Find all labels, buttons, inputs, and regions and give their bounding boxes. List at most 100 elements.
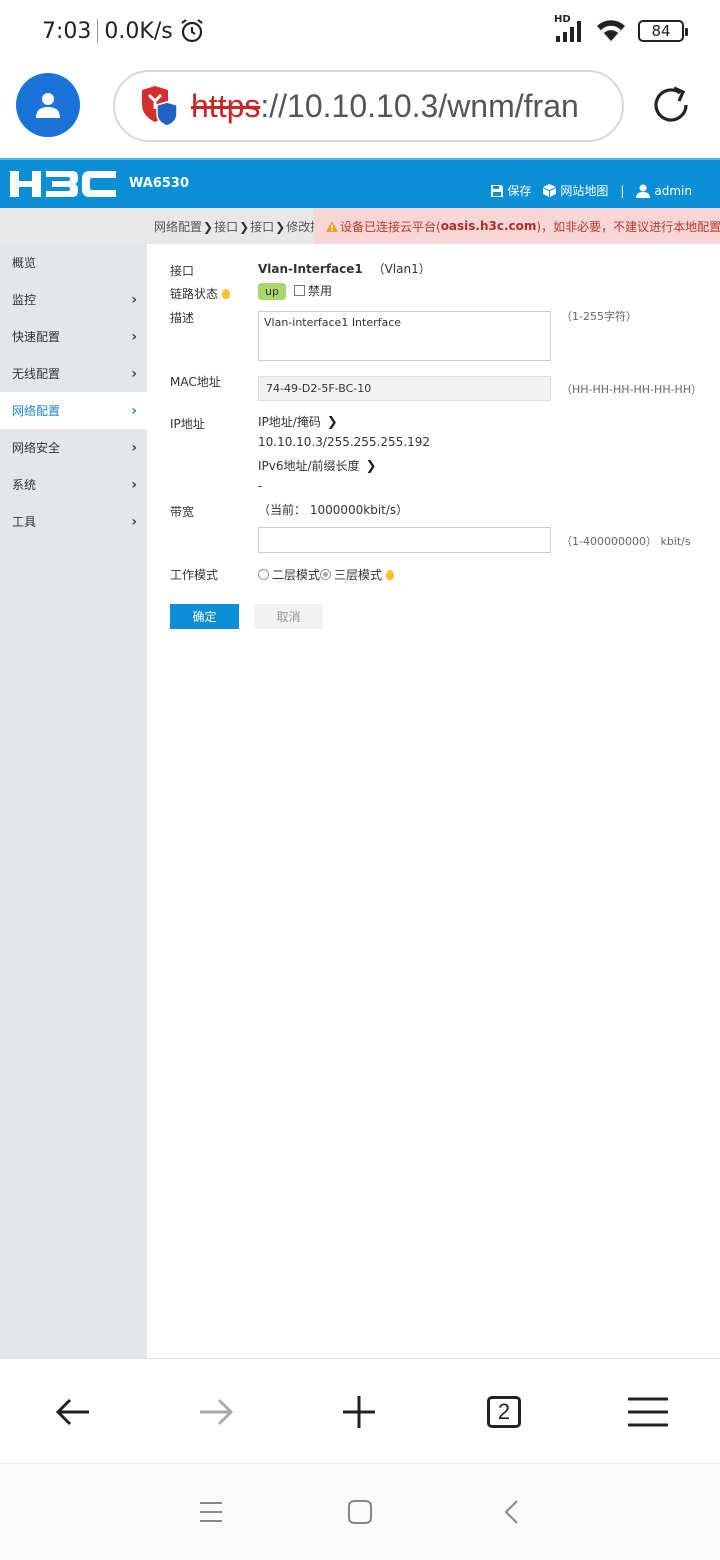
header-tools: 保存 网站地图 | admin: [491, 182, 692, 199]
cancel-button[interactable]: 取消: [254, 604, 323, 629]
user-icon: [636, 184, 651, 198]
phone-status-bar: 7:03 0.0K/s HD 84: [0, 0, 720, 64]
ipv6-link-label: IPv6地址/前缀长度: [258, 459, 360, 473]
new-tab-icon[interactable]: [339, 1392, 379, 1432]
security-shield-icon[interactable]: [139, 85, 179, 127]
link-status-badge: up: [258, 283, 286, 300]
cloud-warning-banner: 设备已连接云平台(oasis.h3c.com)，如非必要，不建议进行本地配置。: [314, 208, 720, 244]
description-hint: （1-255字符）: [561, 310, 637, 323]
header-divider: |: [620, 183, 625, 198]
link-status-label-row: 链路状态: [170, 285, 231, 302]
breadcrumb-separator: ❯: [275, 219, 286, 234]
sidebar-item-tools[interactable]: 工具 ›: [0, 503, 147, 540]
device-model: WA6530: [129, 176, 189, 191]
network-badge: HD: [554, 14, 571, 25]
chevron-right-icon: ›: [131, 365, 137, 382]
tabs-button[interactable]: 2: [484, 1392, 524, 1432]
status-separator: [97, 19, 99, 43]
warning-prefix: 设备已连接云平台(: [340, 219, 441, 234]
save-label: 保存: [507, 184, 532, 198]
sidebar: 概览 监控 › 快速配置 › 无线配置 › 网络配置 › 网络安全 › 系统 ›…: [0, 244, 147, 1358]
mac-field: 74-49-D2-5F-BC-10: [258, 376, 551, 401]
chevron-right-icon: ›: [131, 476, 137, 493]
home-icon[interactable]: [345, 1497, 375, 1527]
breadcrumb-separator: ❯: [239, 219, 250, 234]
work-mode-options: 二层模式 三层模式: [258, 566, 395, 583]
sidebar-item-wireless[interactable]: 无线配置 ›: [0, 355, 147, 392]
url-text: https://10.10.10.3/wnm/fran: [191, 88, 579, 125]
description-textarea[interactable]: Vlan-interface1 Interface: [258, 311, 551, 361]
sidebar-item-label: 网络安全: [12, 441, 61, 455]
mode-l3-radio[interactable]: [320, 569, 332, 580]
save-button[interactable]: 保存: [491, 182, 531, 199]
breadcrumb-item[interactable]: 接口: [250, 218, 274, 235]
tab-count: 2: [487, 1396, 521, 1428]
bandwidth-label: 带宽: [170, 505, 195, 519]
ipv6-link[interactable]: IPv6地址/前缀长度 ❯: [258, 457, 376, 474]
confirm-button[interactable]: 确定: [170, 604, 239, 629]
status-time: 7:03: [42, 18, 92, 44]
sidebar-item-security[interactable]: 网络安全 ›: [0, 429, 147, 466]
mode-l2-option[interactable]: 二层模式: [258, 568, 320, 582]
breadcrumb-item[interactable]: 接口: [214, 218, 238, 235]
alarm-icon: [179, 18, 205, 44]
sidebar-item-system[interactable]: 系统 ›: [0, 466, 147, 503]
mode-l3-label: 三层模式: [334, 568, 383, 582]
menu-icon[interactable]: [628, 1392, 668, 1432]
sidebar-item-label: 网络配置: [12, 404, 61, 418]
status-left: 7:03 0.0K/s: [42, 18, 205, 44]
breadcrumb: 网络配置 ❯ 接口 ❯ 接口 ❯ 修改接: [154, 218, 322, 235]
sidebar-item-label: 系统: [12, 478, 37, 492]
battery-icon: 84: [638, 20, 688, 42]
interface-value: Vlan-Interface1 （Vlan1）: [258, 260, 431, 277]
breadcrumb-separator: ❯: [203, 219, 214, 234]
warning-domain: oasis.h3c.com: [440, 219, 537, 233]
breadcrumb-item[interactable]: 网络配置: [154, 218, 202, 235]
sitemap-cube-icon: [543, 184, 557, 197]
work-mode-label: 工作模式: [170, 568, 219, 582]
help-bulb-icon[interactable]: [386, 570, 395, 580]
ipv4-value: 10.10.10.3/255.255.255.192: [258, 435, 430, 449]
user-name: admin: [654, 183, 692, 198]
help-bulb-icon[interactable]: [222, 289, 231, 299]
ip-label: IP地址: [170, 417, 205, 431]
mac-hint: （HH-HH-HH-HH-HH-HH）: [561, 383, 703, 396]
sidebar-item-quick-setup[interactable]: 快速配置 ›: [0, 318, 147, 355]
profile-icon[interactable]: [16, 73, 80, 137]
sitemap-button[interactable]: 网站地图: [543, 182, 608, 199]
chevron-right-icon: ›: [131, 291, 137, 308]
mode-l3-option[interactable]: 三层模式: [320, 568, 382, 582]
chevron-right-icon: ❯: [365, 459, 377, 474]
system-nav-bar: [0, 1464, 720, 1560]
ipv4-link-label: IP地址/掩码: [258, 415, 321, 429]
chevron-right-icon: ›: [131, 513, 137, 530]
battery-level: 84: [651, 22, 671, 40]
system-back-icon[interactable]: [496, 1497, 526, 1527]
recents-icon[interactable]: [196, 1497, 226, 1527]
user-menu[interactable]: admin: [636, 184, 692, 198]
address-bar[interactable]: https://10.10.10.3/wnm/fran: [113, 70, 624, 142]
reload-icon[interactable]: [650, 84, 692, 130]
status-net-speed: 0.0K/s: [104, 18, 173, 44]
back-icon[interactable]: [53, 1392, 93, 1432]
mode-l2-label: 二层模式: [272, 568, 321, 582]
mode-l2-radio[interactable]: [258, 569, 269, 580]
link-status-label: 链路状态: [170, 287, 219, 301]
chevron-right-icon: ❯: [326, 415, 338, 430]
signal-icon: HD: [554, 14, 584, 44]
wifi-icon: [596, 19, 626, 43]
forward-icon[interactable]: [196, 1392, 236, 1432]
disable-checkbox[interactable]: [293, 285, 305, 296]
sidebar-item-network[interactable]: 网络配置 ›: [0, 392, 147, 429]
description-label: 描述: [170, 311, 195, 325]
sitemap-label: 网站地图: [560, 184, 609, 198]
bandwidth-input[interactable]: [258, 527, 551, 553]
browser-toolbar: https://10.10.10.3/wnm/fran: [0, 64, 720, 158]
ipv4-link[interactable]: IP地址/掩码 ❯: [258, 413, 338, 430]
interface-edit-form: 接口 Vlan-Interface1 （Vlan1） 链路状态 up 禁用 描述 …: [147, 244, 720, 1358]
mac-label: MAC地址: [170, 375, 221, 389]
link-status-value: up 禁用: [258, 282, 332, 300]
sidebar-item-monitor[interactable]: 监控 ›: [0, 281, 147, 318]
sidebar-item-overview[interactable]: 概览: [0, 244, 147, 281]
breadcrumb-row: 网络配置 ❯ 接口 ❯ 接口 ❯ 修改接 设备已连接云平台(oasis.h3c.…: [0, 208, 720, 244]
